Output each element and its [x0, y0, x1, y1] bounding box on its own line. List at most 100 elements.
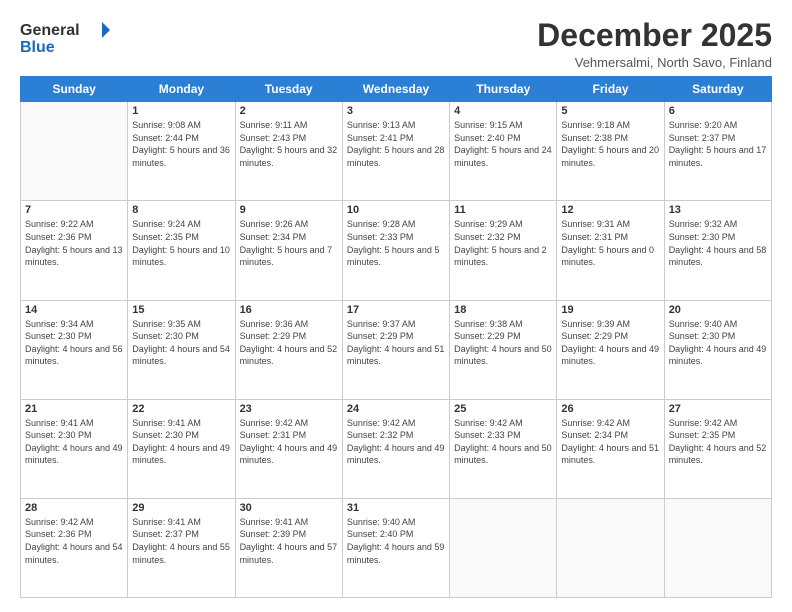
day-number: 23 [240, 403, 338, 415]
day-info: Sunrise: 9:31 AM Sunset: 2:31 PM Dayligh… [561, 218, 659, 268]
calendar-week-row: 1 Sunrise: 9:08 AM Sunset: 2:44 PM Daylig… [21, 102, 772, 201]
logo: General Blue [20, 18, 110, 56]
table-row: 15 Sunrise: 9:35 AM Sunset: 2:30 PM Dayli… [128, 300, 235, 399]
day-info: Sunrise: 9:40 AM Sunset: 2:40 PM Dayligh… [347, 516, 445, 566]
page: General Blue December 2025 Vehmersalmi, … [0, 0, 792, 612]
day-number: 30 [240, 502, 338, 514]
day-info: Sunrise: 9:24 AM Sunset: 2:35 PM Dayligh… [132, 218, 230, 268]
table-row: 22 Sunrise: 9:41 AM Sunset: 2:30 PM Dayli… [128, 399, 235, 498]
table-row: 3 Sunrise: 9:13 AM Sunset: 2:41 PM Daylig… [342, 102, 449, 201]
svg-text:General: General [20, 22, 80, 39]
table-row: 24 Sunrise: 9:42 AM Sunset: 2:32 PM Dayli… [342, 399, 449, 498]
day-info: Sunrise: 9:22 AM Sunset: 2:36 PM Dayligh… [25, 218, 123, 268]
table-row: 13 Sunrise: 9:32 AM Sunset: 2:30 PM Dayli… [664, 201, 771, 300]
table-row: 23 Sunrise: 9:42 AM Sunset: 2:31 PM Dayli… [235, 399, 342, 498]
day-info: Sunrise: 9:34 AM Sunset: 2:30 PM Dayligh… [25, 318, 123, 368]
day-number: 13 [669, 204, 767, 216]
day-number: 19 [561, 304, 659, 316]
table-row: 21Sunrise: 9:41 AM Sunset: 2:30 PM Dayli… [21, 399, 128, 498]
day-number: 4 [454, 105, 552, 117]
table-row: 28 Sunrise: 9:42 AM Sunset: 2:36 PM Dayli… [21, 498, 128, 597]
table-row: 6Sunrise: 9:20 AM Sunset: 2:37 PM Daylig… [664, 102, 771, 201]
day-info: Sunrise: 9:26 AM Sunset: 2:34 PM Dayligh… [240, 218, 338, 268]
table-row [450, 498, 557, 597]
day-info: Sunrise: 9:42 AM Sunset: 2:34 PM Dayligh… [561, 417, 659, 467]
table-row: 26 Sunrise: 9:42 AM Sunset: 2:34 PM Dayli… [557, 399, 664, 498]
day-info: Sunrise: 9:41 AM Sunset: 2:39 PM Dayligh… [240, 516, 338, 566]
day-info: Sunrise: 9:41 AM Sunset: 2:30 PM Dayligh… [132, 417, 230, 467]
calendar-week-row: 28 Sunrise: 9:42 AM Sunset: 2:36 PM Dayli… [21, 498, 772, 597]
table-row: 19 Sunrise: 9:39 AM Sunset: 2:29 PM Dayli… [557, 300, 664, 399]
table-row: 12 Sunrise: 9:31 AM Sunset: 2:31 PM Dayli… [557, 201, 664, 300]
day-number: 3 [347, 105, 445, 117]
day-number: 18 [454, 304, 552, 316]
table-row: 14 Sunrise: 9:34 AM Sunset: 2:30 PM Dayli… [21, 300, 128, 399]
logo-svg: General Blue [20, 18, 110, 56]
day-number: 28 [25, 502, 123, 514]
day-number: 12 [561, 204, 659, 216]
day-number: 31 [347, 502, 445, 514]
location-subtitle: Vehmersalmi, North Savo, Finland [537, 55, 772, 70]
day-number: 10 [347, 204, 445, 216]
table-row: 29Sunrise: 9:41 AM Sunset: 2:37 PM Dayli… [128, 498, 235, 597]
day-info: Sunrise: 9:15 AM Sunset: 2:40 PM Dayligh… [454, 119, 552, 169]
day-number: 25 [454, 403, 552, 415]
table-row: 31 Sunrise: 9:40 AM Sunset: 2:40 PM Dayli… [342, 498, 449, 597]
day-number: 17 [347, 304, 445, 316]
day-info: Sunrise: 9:35 AM Sunset: 2:30 PM Dayligh… [132, 318, 230, 368]
table-row [664, 498, 771, 597]
header: General Blue December 2025 Vehmersalmi, … [20, 18, 772, 70]
col-monday: Monday [128, 77, 235, 102]
day-info: Sunrise: 9:29 AM Sunset: 2:32 PM Dayligh… [454, 218, 552, 268]
day-number: 7 [25, 204, 123, 216]
col-wednesday: Wednesday [342, 77, 449, 102]
day-info: Sunrise: 9:28 AM Sunset: 2:33 PM Dayligh… [347, 218, 445, 268]
day-info: Sunrise: 9:42 AM Sunset: 2:33 PM Dayligh… [454, 417, 552, 467]
day-number: 14 [25, 304, 123, 316]
table-row: 30 Sunrise: 9:41 AM Sunset: 2:39 PM Dayli… [235, 498, 342, 597]
col-thursday: Thursday [450, 77, 557, 102]
day-number: 1 [132, 105, 230, 117]
day-info: Sunrise: 9:36 AM Sunset: 2:29 PM Dayligh… [240, 318, 338, 368]
day-info: Sunrise: 9:38 AM Sunset: 2:29 PM Dayligh… [454, 318, 552, 368]
month-title: December 2025 [537, 18, 772, 53]
table-row: 8 Sunrise: 9:24 AM Sunset: 2:35 PM Daylig… [128, 201, 235, 300]
table-row [21, 102, 128, 201]
day-info: Sunrise: 9:13 AM Sunset: 2:41 PM Dayligh… [347, 119, 445, 169]
day-number: 26 [561, 403, 659, 415]
day-info: Sunrise: 9:42 AM Sunset: 2:32 PM Dayligh… [347, 417, 445, 467]
col-tuesday: Tuesday [235, 77, 342, 102]
day-number: 8 [132, 204, 230, 216]
col-sunday: Sunday [21, 77, 128, 102]
day-info: Sunrise: 9:11 AM Sunset: 2:43 PM Dayligh… [240, 119, 338, 169]
day-info: Sunrise: 9:42 AM Sunset: 2:35 PM Dayligh… [669, 417, 767, 467]
day-number: 11 [454, 204, 552, 216]
col-friday: Friday [557, 77, 664, 102]
title-section: December 2025 Vehmersalmi, North Savo, F… [537, 18, 772, 70]
day-info: Sunrise: 9:41 AM Sunset: 2:30 PM Dayligh… [25, 417, 123, 467]
day-number: 24 [347, 403, 445, 415]
calendar-week-row: 7 Sunrise: 9:22 AM Sunset: 2:36 PM Daylig… [21, 201, 772, 300]
day-number: 27 [669, 403, 767, 415]
table-row [557, 498, 664, 597]
table-row: 7 Sunrise: 9:22 AM Sunset: 2:36 PM Daylig… [21, 201, 128, 300]
table-row: 9Sunrise: 9:26 AM Sunset: 2:34 PM Daylig… [235, 201, 342, 300]
day-info: Sunrise: 9:42 AM Sunset: 2:31 PM Dayligh… [240, 417, 338, 467]
table-row: 27 Sunrise: 9:42 AM Sunset: 2:35 PM Dayli… [664, 399, 771, 498]
day-number: 22 [132, 403, 230, 415]
day-number: 2 [240, 105, 338, 117]
day-number: 16 [240, 304, 338, 316]
table-row: 16 Sunrise: 9:36 AM Sunset: 2:29 PM Dayli… [235, 300, 342, 399]
day-number: 15 [132, 304, 230, 316]
day-info: Sunrise: 9:32 AM Sunset: 2:30 PM Dayligh… [669, 218, 767, 268]
day-number: 29 [132, 502, 230, 514]
table-row: 25 Sunrise: 9:42 AM Sunset: 2:33 PM Dayli… [450, 399, 557, 498]
table-row: 4 Sunrise: 9:15 AM Sunset: 2:40 PM Daylig… [450, 102, 557, 201]
day-info: Sunrise: 9:08 AM Sunset: 2:44 PM Dayligh… [132, 119, 230, 169]
day-info: Sunrise: 9:39 AM Sunset: 2:29 PM Dayligh… [561, 318, 659, 368]
day-info: Sunrise: 9:42 AM Sunset: 2:36 PM Dayligh… [25, 516, 123, 566]
table-row: 2 Sunrise: 9:11 AM Sunset: 2:43 PM Daylig… [235, 102, 342, 201]
day-number: 6 [669, 105, 767, 117]
table-row: 11 Sunrise: 9:29 AM Sunset: 2:32 PM Dayli… [450, 201, 557, 300]
day-number: 5 [561, 105, 659, 117]
